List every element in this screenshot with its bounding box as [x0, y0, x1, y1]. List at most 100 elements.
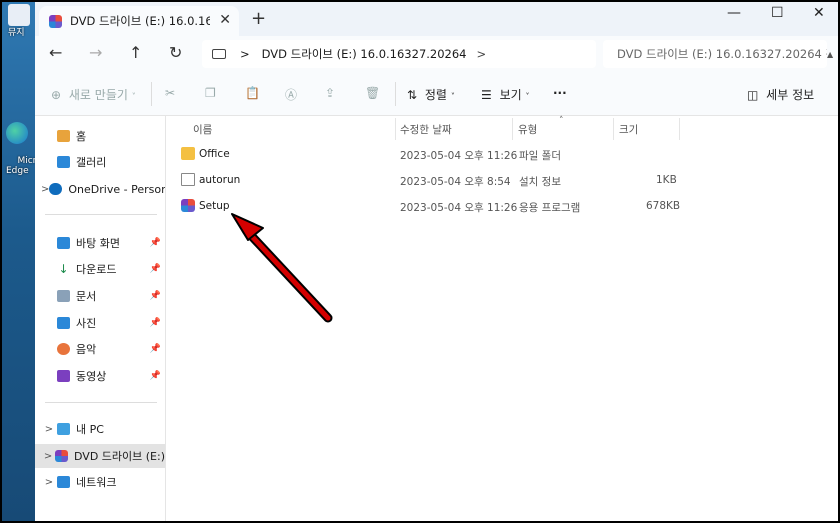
search-input[interactable]: DVD 드라이브 (E:) 16.0.16327.20264 검색	[603, 40, 827, 68]
videos-icon	[57, 370, 70, 382]
pin-icon[interactable]: 📌	[150, 371, 161, 381]
file-list: 이름 수정한 날짜 유형 ˄ 크기 Office 2023-05-04 오후 1…	[167, 116, 838, 521]
command-bar: ⊕ 새로 만들기 ˅ ✂ ❐ 📋 Ⓐ ⇪ 🗑 ⇅ 정렬 ˅ ☰ 보기 ˅ ···…	[35, 72, 838, 116]
network-icon	[57, 476, 70, 488]
pin-icon[interactable]: 📌	[150, 344, 161, 354]
navigation-bar: ← → ↑ ↻ > DVD 드라이브 (E:) 16.0.16327.20264…	[35, 36, 838, 72]
refresh-button[interactable]: ↻	[169, 43, 182, 62]
sidebar-item-documents[interactable]: 문서 📌	[35, 284, 165, 308]
maximize-button[interactable]: ☐	[771, 5, 784, 21]
file-size: 1KB	[656, 174, 677, 186]
path-trailing-chevron-icon[interactable]: >	[477, 47, 487, 61]
sidebar-item-label: 바탕 화면	[76, 237, 120, 250]
column-divider[interactable]	[679, 118, 680, 140]
file-row-office[interactable]: Office 2023-05-04 오후 11:26 파일 폴더	[177, 143, 677, 167]
sidebar-item-label: 음악	[76, 343, 97, 356]
chevron-right-icon[interactable]: >	[41, 477, 57, 488]
new-tab-button[interactable]: +	[251, 8, 266, 29]
breadcrumb-dvd-drive[interactable]: DVD 드라이브 (E:) 16.0.16327.20264	[262, 46, 467, 62]
more-options-button[interactable]: ···	[553, 86, 567, 100]
app-icon	[8, 4, 30, 26]
minimize-button[interactable]: —	[727, 5, 741, 21]
close-window-button[interactable]: ✕	[813, 5, 825, 21]
chevron-right-icon[interactable]: >	[41, 424, 57, 435]
column-divider[interactable]	[395, 118, 396, 140]
home-icon	[57, 130, 70, 142]
column-header-modified[interactable]: 수정한 날짜	[400, 122, 452, 137]
desktop-shortcut-1-label: 뮤지	[8, 28, 25, 38]
onedrive-cloud-icon	[49, 183, 63, 195]
rename-icon[interactable]: Ⓐ	[285, 86, 297, 103]
sidebar-item-desktop[interactable]: 바탕 화면 📌	[35, 231, 165, 255]
tab-dvd-drive[interactable]: DVD 드라이브 (E:) 16.0.16327.20264 ✕	[39, 6, 239, 36]
cut-icon[interactable]: ✂	[165, 86, 175, 100]
file-row-setup[interactable]: Setup 2023-05-04 오후 11:26 응용 프로그램 678KB	[177, 195, 681, 219]
view-button-label: 보기	[499, 88, 522, 102]
details-pane-button[interactable]: ◫ 세부 정보	[747, 86, 814, 103]
pin-icon[interactable]: 📌	[150, 264, 161, 274]
pin-icon[interactable]: 📌	[150, 291, 161, 301]
sort-button-label: 정렬	[424, 88, 447, 102]
file-row-autorun[interactable]: autorun 2023-05-04 오후 8:54 설치 정보 1KB	[177, 169, 677, 193]
divider	[151, 82, 152, 106]
chevron-right-icon[interactable]: >	[41, 451, 55, 462]
sidebar-item-videos[interactable]: 동영상 📌	[35, 364, 165, 388]
sort-button[interactable]: ⇅ 정렬 ˅	[407, 86, 455, 103]
pin-icon[interactable]: 📌	[150, 238, 161, 248]
chevron-right-icon[interactable]: >	[41, 184, 49, 195]
file-type: 파일 폴더	[519, 150, 561, 162]
address-bar[interactable]: > DVD 드라이브 (E:) 16.0.16327.20264 >	[202, 40, 596, 68]
sidebar-item-downloads[interactable]: ↓ 다운로드 📌	[35, 257, 165, 281]
navigation-pane: 홈 갤러리 > OneDrive - Personal 바탕 화면 📌 ↓ 다운…	[35, 116, 166, 521]
delete-icon[interactable]: 🗑	[365, 86, 380, 100]
file-explorer-window: DVD 드라이브 (E:) 16.0.16327.20264 ✕ + — ☐ ✕…	[35, 2, 838, 521]
sidebar-item-network[interactable]: > 네트워크	[35, 470, 165, 494]
column-header-name[interactable]: 이름	[193, 122, 212, 137]
paste-icon[interactable]: 📋	[245, 86, 260, 100]
sidebar-item-dvd-drive[interactable]: > DVD 드라이브 (E:)	[35, 444, 165, 468]
file-modified: 2023-05-04 오후 11:26	[400, 150, 518, 162]
column-header-type[interactable]: 유형	[518, 122, 537, 137]
share-icon[interactable]: ⇪	[325, 86, 335, 100]
scroll-up-arrow-icon[interactable]: ▲	[827, 50, 833, 59]
file-modified: 2023-05-04 오후 11:26	[400, 202, 518, 214]
sidebar-item-label: 문서	[76, 290, 97, 303]
up-button[interactable]: ↑	[129, 43, 142, 62]
gallery-icon	[57, 156, 70, 168]
pin-icon[interactable]: 📌	[150, 318, 161, 328]
sidebar-item-label: 갤러리	[76, 156, 107, 169]
copy-icon[interactable]: ❐	[205, 86, 216, 100]
pictures-icon	[57, 317, 70, 329]
forward-button[interactable]: →	[89, 43, 102, 62]
desktop-shortcut-edge-label: Micro Edge	[6, 156, 35, 176]
view-button[interactable]: ☰ 보기 ˅	[481, 86, 530, 103]
file-modified: 2023-05-04 오후 8:54	[400, 176, 511, 188]
sidebar-item-gallery[interactable]: 갤러리	[35, 150, 165, 174]
sidebar-item-this-pc[interactable]: > 내 PC	[35, 417, 165, 441]
folder-icon	[181, 147, 195, 160]
sidebar-item-pictures[interactable]: 사진 📌	[35, 311, 165, 335]
column-divider[interactable]	[613, 118, 614, 140]
divider	[45, 214, 157, 215]
divider	[45, 402, 157, 403]
sidebar-item-home[interactable]: 홈	[35, 124, 165, 148]
tab-close-icon[interactable]: ✕	[219, 12, 231, 28]
file-size: 678KB	[646, 200, 681, 212]
sidebar-item-label: 다운로드	[76, 263, 117, 276]
desktop-shortcut-1[interactable]: 뮤지	[8, 4, 30, 38]
chevron-down-icon: ˅	[131, 92, 136, 101]
column-divider[interactable]	[512, 118, 513, 140]
new-button[interactable]: ⊕ 새로 만들기 ˅	[51, 86, 136, 103]
sidebar-item-onedrive[interactable]: > OneDrive - Personal	[35, 177, 165, 201]
desktop-shortcut-edge[interactable]: Micro Edge	[6, 102, 35, 186]
path-chevron-icon[interactable]: >	[240, 47, 250, 61]
dvd-drive-icon	[49, 14, 62, 28]
back-button[interactable]: ←	[49, 43, 62, 62]
file-name: autorun	[199, 174, 241, 186]
document-icon	[57, 290, 70, 302]
divider	[395, 82, 396, 106]
column-header-size[interactable]: 크기	[619, 122, 638, 137]
new-button-label: 새로 만들기	[68, 88, 128, 102]
sidebar-item-label: 동영상	[76, 370, 107, 383]
sidebar-item-music[interactable]: 음악 📌	[35, 337, 165, 361]
